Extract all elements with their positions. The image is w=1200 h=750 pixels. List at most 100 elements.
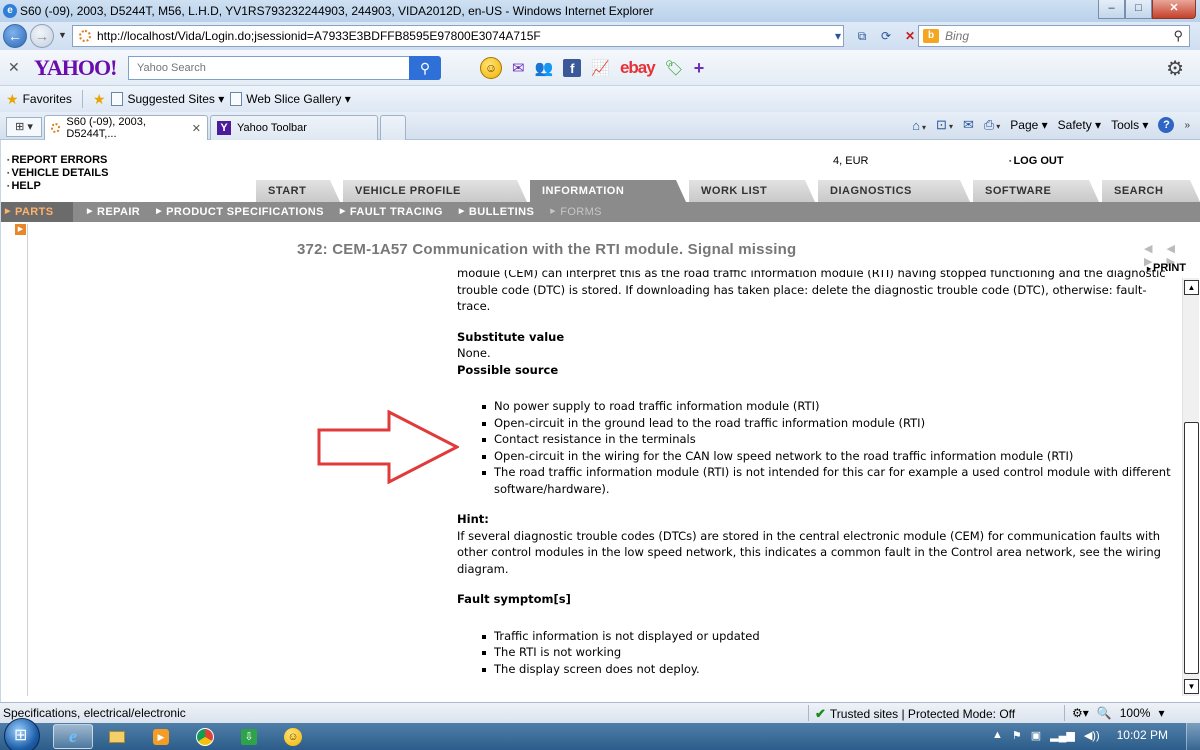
scroll-thumb[interactable] xyxy=(1184,422,1199,674)
close-toolbar-icon[interactable]: ✕ xyxy=(8,59,20,76)
address-dropdown-icon[interactable]: ▾ xyxy=(828,26,848,46)
feeds-icon[interactable]: ⊡ ▾ xyxy=(936,117,953,133)
close-tab-icon[interactable]: ✕ xyxy=(192,122,201,135)
tab-work-list[interactable]: WORK LIST xyxy=(689,180,815,202)
subnav-fault-tracing[interactable]: FAULT TRACING xyxy=(336,202,455,222)
tab-search[interactable]: SEARCH xyxy=(1102,180,1200,202)
tray-app-icon[interactable]: ▣ xyxy=(1031,729,1041,742)
taskbar-ie-button[interactable]: e xyxy=(53,724,93,749)
address-field[interactable]: http://localhost/Vida/Login.do;jsessioni… xyxy=(72,25,844,47)
browser-tab-vida[interactable]: S60 (-09), 2003, D5244T,... ✕ xyxy=(44,115,208,140)
scroll-down-arrow-icon[interactable]: ▼ xyxy=(1184,679,1199,694)
yahoo-logo[interactable]: YAHOO! xyxy=(34,55,117,81)
show-desktop-button[interactable] xyxy=(1186,723,1200,750)
document-scrollbar[interactable]: ▲ ▼ xyxy=(1182,278,1199,696)
vehicle-details-link[interactable]: VEHICLE DETAILS xyxy=(7,167,108,180)
help-link[interactable]: HELP xyxy=(7,180,108,193)
refresh-icon[interactable]: ⟳ xyxy=(876,26,896,46)
taskbar-green-app-button[interactable]: ⇩ xyxy=(229,724,269,749)
print-icon[interactable]: ⎙ ▾ xyxy=(984,117,1000,133)
web-slice-gallery-button[interactable]: Web Slice Gallery ▾ xyxy=(230,92,351,106)
ebay-icon[interactable]: ebay xyxy=(620,56,656,80)
network-icon[interactable]: ▂▄▆ xyxy=(1050,729,1075,742)
home-icon[interactable]: ⌂ ▾ xyxy=(912,118,926,133)
browser-tab-yahoo-toolbar[interactable]: Y Yahoo Toolbar xyxy=(210,115,378,140)
security-zone[interactable]: ✔ Trusted sites | Protected Mode: Off xyxy=(815,706,1015,722)
close-window-button[interactable]: ✕ xyxy=(1152,0,1196,19)
contacts-icon[interactable]: 👥 xyxy=(535,56,554,80)
safety-menu[interactable]: Safety ▾ xyxy=(1058,118,1101,132)
back-button[interactable]: ← xyxy=(3,24,27,48)
possible-source-heading: Possible source xyxy=(457,362,559,377)
read-mail-icon[interactable]: ✉ xyxy=(963,117,974,133)
start-button[interactable] xyxy=(4,718,40,750)
favorites-button[interactable]: ★ Favorites xyxy=(6,91,72,108)
action-center-icon[interactable]: ⚑ xyxy=(1012,729,1022,742)
maximize-button[interactable]: □ xyxy=(1125,0,1152,19)
add-app-icon[interactable]: + xyxy=(694,56,705,80)
suggested-sites-button[interactable]: Suggested Sites ▾ xyxy=(111,92,224,106)
facebook-icon[interactable]: f xyxy=(563,59,582,77)
search-icon[interactable]: ⚲ xyxy=(1173,28,1183,44)
left-panel-divider xyxy=(27,224,28,696)
messenger-icon[interactable]: ☺ xyxy=(480,57,502,79)
subnav-forms: FORMS xyxy=(546,202,614,222)
zoom-dropdown-icon[interactable]: ▾ xyxy=(1158,706,1164,720)
stop-icon[interactable]: ✕ xyxy=(900,26,920,46)
page-icon xyxy=(230,92,243,106)
subnav-product-specifications[interactable]: PRODUCT SPECIFICATIONS xyxy=(152,202,336,222)
status-separator xyxy=(1064,705,1065,721)
subnav-parts[interactable]: PARTS xyxy=(1,202,73,222)
minimize-button[interactable]: – xyxy=(1098,0,1125,19)
settings-gear-icon[interactable]: ⚙ xyxy=(1166,56,1184,81)
mail-icon[interactable]: ✉ xyxy=(512,56,525,80)
windows-taskbar: e ▶ ⇩ ☺ ▲ ⚑ ▣ ▂▄▆ ◀)) 10:02 PM xyxy=(0,718,1200,750)
scroll-up-arrow-icon[interactable]: ▲ xyxy=(1184,280,1199,295)
forward-button[interactable]: → xyxy=(30,24,54,48)
expand-panel-icon[interactable]: ▶ xyxy=(15,224,26,235)
url-text[interactable]: http://localhost/Vida/Login.do;jsessioni… xyxy=(97,29,541,43)
zoom-control[interactable]: ⚙▾ 🔍 100% ▾ xyxy=(1072,706,1164,720)
protected-mode-icon[interactable]: ⚙▾ xyxy=(1072,706,1089,720)
volume-icon[interactable]: ◀)) xyxy=(1084,729,1100,742)
report-errors-link[interactable]: REPORT ERRORS xyxy=(7,154,108,167)
tools-menu[interactable]: Tools ▾ xyxy=(1111,118,1148,132)
sub-navigation: PARTS REPAIR PRODUCT SPECIFICATIONS FAUL… xyxy=(1,202,1200,222)
document-title: 372: CEM-1A57 Communication with the RTI… xyxy=(297,241,797,258)
bing-search-box[interactable]: b ⚲ xyxy=(918,25,1190,47)
taskbar-chrome-button[interactable] xyxy=(185,724,225,749)
help-icon[interactable]: ? xyxy=(1158,117,1175,133)
new-tab-button[interactable] xyxy=(380,115,406,140)
subnav-repair[interactable]: REPAIR xyxy=(83,202,152,222)
compatibility-view-icon[interactable]: ⧉ xyxy=(852,26,872,46)
taskbar-explorer-button[interactable] xyxy=(97,724,137,749)
main-tabs: START VEHICLE PROFILE INFORMATION WORK L… xyxy=(256,180,1200,202)
yahoo-search-box[interactable] xyxy=(128,56,410,80)
tab-vehicle-profile[interactable]: VEHICLE PROFILE xyxy=(343,180,527,202)
add-favorite-icon[interactable]: ★ xyxy=(93,91,106,108)
bing-search-input[interactable] xyxy=(945,29,1155,43)
tab-information[interactable]: INFORMATION xyxy=(530,180,686,202)
window-title-bar: e S60 (-09), 2003, D5244T, M56, L.H.D, Y… xyxy=(0,0,1200,22)
yahoo-search-button[interactable]: ⚲ xyxy=(409,56,441,80)
history-dropdown-icon[interactable]: ▼ xyxy=(58,30,67,40)
finance-chart-icon[interactable]: 📈 xyxy=(591,56,610,80)
clock[interactable]: 10:02 PM xyxy=(1117,728,1168,742)
logout-link[interactable]: LOG OUT xyxy=(1009,155,1063,167)
page-menu[interactable]: Page ▾ xyxy=(1010,118,1047,132)
tab-start[interactable]: START xyxy=(256,180,340,202)
quick-tabs-button[interactable]: ⊞ ▾ xyxy=(6,117,42,137)
tray-expand-icon[interactable]: ▲ xyxy=(992,729,1003,741)
hint-heading: Hint: xyxy=(457,512,489,526)
utility-links: REPORT ERRORS VEHICLE DETAILS HELP xyxy=(7,154,108,193)
taskbar-media-button[interactable]: ▶ xyxy=(141,724,181,749)
shopping-tag-icon[interactable]: 🏷 xyxy=(665,56,684,80)
list-item: The RTI is not working xyxy=(482,644,1175,661)
tab-software[interactable]: SOFTWARE xyxy=(973,180,1099,202)
more-commands-icon[interactable]: » xyxy=(1184,120,1190,131)
account-info: 4, EUR xyxy=(833,155,869,167)
subnav-bulletins[interactable]: BULLETINS xyxy=(455,202,546,222)
taskbar-messenger-button[interactable]: ☺ xyxy=(273,724,313,749)
yahoo-search-input[interactable] xyxy=(129,57,409,79)
tab-diagnostics[interactable]: DIAGNOSTICS xyxy=(818,180,970,202)
